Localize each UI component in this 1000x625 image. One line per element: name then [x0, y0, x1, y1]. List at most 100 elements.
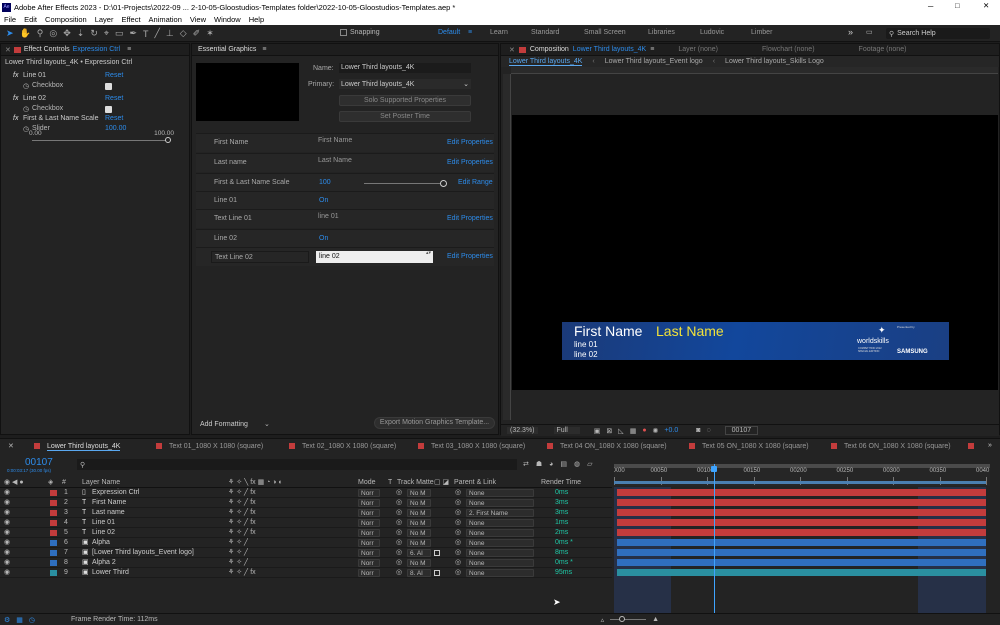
spinner-icon[interactable]: ▴▾	[426, 251, 431, 256]
edit-properties-link[interactable]: Edit Properties	[447, 159, 493, 166]
label-color[interactable]	[50, 540, 57, 546]
magnification-dropdown[interactable]: (32.3%)	[507, 427, 538, 434]
fx-icon[interactable]: fx	[13, 72, 18, 79]
zoom-in-icon[interactable]: ▲	[652, 616, 659, 623]
parent-dropdown[interactable]: 2. First Name	[466, 509, 534, 517]
layer-name[interactable]: First Name	[92, 498, 126, 508]
add-formatting-chevron-icon[interactable]: ⌄	[264, 420, 270, 428]
comp-flowchart-icon[interactable]: ⇄	[523, 460, 529, 468]
layer-duration-bar[interactable]	[617, 499, 986, 506]
mode-dropdown[interactable]: Norr	[358, 549, 380, 557]
snapshot-icon[interactable]: ◙	[696, 427, 700, 434]
table-row[interactable]: ◉ 1 ▯ Expression Ctrl ⚘ ✧ ╱ fx Norr ◎ No M ◎ None…	[0, 488, 612, 498]
menu-window[interactable]: Window	[214, 15, 241, 24]
slider-track[interactable]	[32, 137, 171, 143]
scale-slider-handle[interactable]	[440, 180, 447, 187]
exposure-value[interactable]: +0.0	[664, 427, 678, 434]
visibility-icon[interactable]: ◉	[4, 558, 10, 568]
frame-blend-icon[interactable]: ▤	[560, 460, 567, 468]
layer-switches-icon[interactable]: ⚘ ✧ ╱ fx	[228, 528, 256, 538]
add-formatting-dropdown[interactable]: Add Formatting	[200, 421, 248, 428]
table-row[interactable]: ◉ 5 T Line 02 ⚘ ✧ ╱ fx Norr ◎ No M ◎ None 2ms	[0, 528, 612, 538]
effect-name[interactable]: Line 02	[23, 95, 46, 102]
table-row[interactable]: ◉ 7 ▣ [Lower Third layouts_Event logo] ⚘ ✧ ╱…	[0, 548, 612, 558]
timeline-tab[interactable]: Text 06 ON_1080 X 1080 (square)	[844, 443, 951, 450]
workspace-standard[interactable]: Standard	[531, 29, 559, 36]
current-time[interactable]: 00107	[25, 457, 53, 468]
eg-property-label[interactable]: First & Last Name Scale	[214, 179, 289, 186]
clone-tool-icon[interactable]: ⊥	[166, 28, 174, 39]
parent-dropdown[interactable]: None	[466, 489, 534, 497]
brush-tool-icon[interactable]: ╱	[155, 28, 160, 39]
layer-name-header[interactable]: Layer Name	[82, 478, 120, 488]
puppet-tool-icon[interactable]: ✶	[206, 28, 214, 39]
layer-duration-bar[interactable]	[617, 569, 986, 576]
eg-property-value[interactable]: First Name	[318, 137, 352, 144]
mode-dropdown[interactable]: Norr	[358, 489, 380, 497]
track-matte-dropdown[interactable]: No M	[407, 539, 431, 547]
stopwatch-icon[interactable]: ◷	[23, 105, 29, 113]
fx-icon[interactable]: fx	[13, 95, 18, 102]
pick-whip-icon[interactable]: ◎	[455, 528, 461, 538]
menu-effect[interactable]: Effect	[121, 15, 140, 24]
work-area-range[interactable]	[614, 481, 986, 484]
rotate-tool-icon[interactable]: ↻	[90, 28, 98, 39]
table-row[interactable]: ◉ 8 ▣ Alpha 2 ⚘ ✧ ╱ Norr ◎ No M ◎ None 0ms *	[0, 558, 612, 568]
panel-menu-icon[interactable]: ≡	[650, 46, 654, 53]
layer-switches-icon[interactable]: ⚘ ✧ ╱	[228, 538, 248, 548]
timeline-search[interactable]: ⚲	[77, 459, 517, 470]
region-of-interest-icon[interactable]: ▣	[594, 427, 601, 435]
mode-dropdown[interactable]: Norr	[358, 559, 380, 567]
fx-icon[interactable]: fx	[13, 115, 18, 122]
pick-whip-icon[interactable]: ◎	[455, 498, 461, 508]
menu-animation[interactable]: Animation	[149, 15, 182, 24]
layer-name[interactable]: Line 01	[92, 518, 115, 528]
stopwatch-icon[interactable]: ◎	[396, 558, 402, 568]
menu-file[interactable]: File	[4, 15, 16, 24]
menu-layer[interactable]: Layer	[95, 15, 114, 24]
pick-whip-icon[interactable]: ◎	[455, 518, 461, 528]
comp-tab-lock-icon[interactable]	[518, 46, 526, 53]
label-color[interactable]	[50, 520, 57, 526]
parent-dropdown[interactable]: None	[466, 529, 534, 537]
visibility-icon[interactable]: ◉	[4, 508, 10, 518]
grid-guide-icon[interactable]: ▦	[630, 427, 637, 435]
label-color[interactable]	[50, 530, 57, 536]
mode-dropdown[interactable]: Norr	[358, 539, 380, 547]
graph-editor-icon[interactable]: ▱	[587, 460, 592, 468]
layer-switches-icon[interactable]: ⚘ ✧ ╱	[228, 548, 248, 558]
layer-duration-bar[interactable]	[617, 519, 986, 526]
comp-subtab[interactable]: Lower Third layouts_Skills Logo	[725, 58, 824, 65]
hand-tool-icon[interactable]: ✋	[20, 28, 31, 39]
effect-controls-tab[interactable]: Effect Controls	[24, 46, 70, 53]
visibility-icon[interactable]: ◉	[4, 528, 10, 538]
name-field[interactable]: Lower Third layouts_4K	[339, 63, 471, 73]
visibility-icon[interactable]: ◉	[4, 568, 10, 578]
pan-tool-icon[interactable]: ✥	[63, 28, 71, 39]
parent-dropdown[interactable]: None	[466, 569, 534, 577]
layer-switches-icon[interactable]: ⚘ ✧ ╱	[228, 558, 248, 568]
tab-overflow-icon[interactable]: »	[988, 442, 992, 449]
label-color[interactable]	[50, 570, 57, 576]
eg-property-value[interactable]: 100	[319, 179, 331, 186]
matte-alpha-icon[interactable]	[434, 550, 440, 556]
visibility-icon[interactable]: ◉	[4, 538, 10, 548]
track-matte-dropdown[interactable]: No M	[407, 499, 431, 507]
layer-switches-icon[interactable]: ⚘ ✧ ╱ fx	[228, 518, 256, 528]
timeline-tab[interactable]: Lower Third layouts_4K	[47, 443, 121, 451]
eg-property-value[interactable]: On	[319, 197, 328, 204]
menu-composition[interactable]: Composition	[45, 15, 87, 24]
layer-duration-bar[interactable]	[617, 489, 986, 496]
edit-properties-link[interactable]: Edit Properties	[447, 253, 493, 260]
checkbox[interactable]	[105, 83, 112, 90]
visibility-icon[interactable]: ◉	[4, 488, 10, 498]
shy-icon[interactable]: ◕	[549, 461, 553, 468]
render-time-icon[interactable]: ◷	[29, 616, 35, 624]
footage-tab[interactable]: Footage (none)	[859, 46, 907, 53]
close-tab-icon[interactable]: ✕	[8, 442, 14, 450]
table-row[interactable]: ◉ 9 ▣ Lower Third ⚘ ✧ ╱ fx Norr ◎ 8. Al ◎ None 95m…	[0, 568, 612, 578]
layer-switches-icon[interactable]: ⚘ ✧ ╱ fx	[228, 568, 256, 578]
effect-name[interactable]: First & Last Name Scale	[23, 115, 98, 122]
table-row[interactable]: ◉ 2 T First Name ⚘ ✧ ╱ fx Norr ◎ No M ◎ None 3ms	[0, 498, 612, 508]
eg-property-label[interactable]: Line 01	[214, 197, 237, 204]
